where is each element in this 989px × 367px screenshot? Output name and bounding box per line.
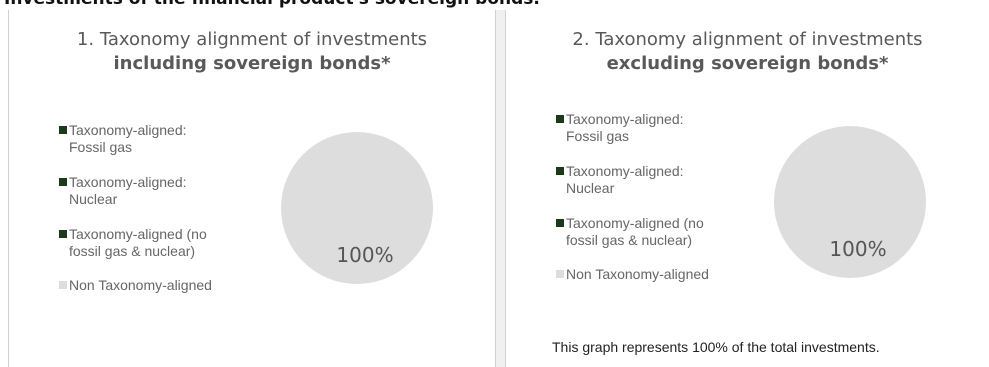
legend-label: Taxonomy-aligned: Nuclear <box>566 163 684 196</box>
legend-item-other-aligned: Taxonomy-aligned (no fossil gas & nuclea… <box>556 215 756 249</box>
legend-label: Non Taxonomy-aligned <box>566 266 709 282</box>
legend-label: Taxonomy-aligned (no fossil gas & nuclea… <box>69 226 207 259</box>
footnote: This graph represents 100% of the total … <box>552 339 880 355</box>
chart-title-line1: 1. Taxonomy alignment of investments <box>76 29 428 50</box>
chart-title-line1: 2. Taxonomy alignment of investments <box>572 29 923 50</box>
legend-item-non-aligned: Non Taxonomy-aligned <box>59 277 259 294</box>
legend-label: Taxonomy-aligned: Fossil gas <box>566 111 684 144</box>
page-heading: Investments of the financial product's s… <box>4 0 540 9</box>
legend-swatch <box>59 126 67 134</box>
legend-label: Taxonomy-aligned (no fossil gas & nuclea… <box>566 215 704 248</box>
panel-gap <box>496 10 505 367</box>
page-heading-strip: Investments of the financial product's s… <box>0 0 989 10</box>
legend-item-nuclear: Taxonomy-aligned: Nuclear <box>59 174 259 208</box>
legend-item-non-aligned: Non Taxonomy-aligned <box>556 266 756 283</box>
chart-panel-including: 1. Taxonomy alignment of investments inc… <box>8 10 496 367</box>
chart-panel-excluding: 2. Taxonomy alignment of investments exc… <box>505 10 989 367</box>
legend-item-nuclear: Taxonomy-aligned: Nuclear <box>556 163 756 197</box>
legend-label: Taxonomy-aligned: Nuclear <box>69 174 187 207</box>
pie-chart-excluding: 100% <box>774 126 926 278</box>
legend-item-fossil-gas: Taxonomy-aligned: Fossil gas <box>556 111 756 145</box>
legend-swatch <box>556 167 564 175</box>
chart-title-line2: excluding sovereign bonds* <box>606 53 889 74</box>
legend-label: Taxonomy-aligned: Fossil gas <box>69 122 187 155</box>
legend-swatch <box>59 281 67 289</box>
legend-swatch <box>59 230 67 238</box>
pie-data-label: 100% <box>336 243 393 267</box>
chart-title: 2. Taxonomy alignment of investments exc… <box>506 28 989 76</box>
legend-swatch <box>556 270 564 278</box>
legend-item-other-aligned: Taxonomy-aligned (no fossil gas & nuclea… <box>59 226 259 260</box>
pie-chart-including: 100% <box>281 132 433 284</box>
legend-label: Non Taxonomy-aligned <box>69 277 212 293</box>
legend-item-fossil-gas: Taxonomy-aligned: Fossil gas <box>59 122 259 156</box>
legend-swatch <box>556 219 564 227</box>
legend-swatch <box>59 178 67 186</box>
legend-swatch <box>556 115 564 123</box>
chart-title: 1. Taxonomy alignment of investments inc… <box>9 28 495 76</box>
chart-title-line2: including sovereign bonds* <box>113 53 391 74</box>
pie-data-label: 100% <box>829 237 886 261</box>
